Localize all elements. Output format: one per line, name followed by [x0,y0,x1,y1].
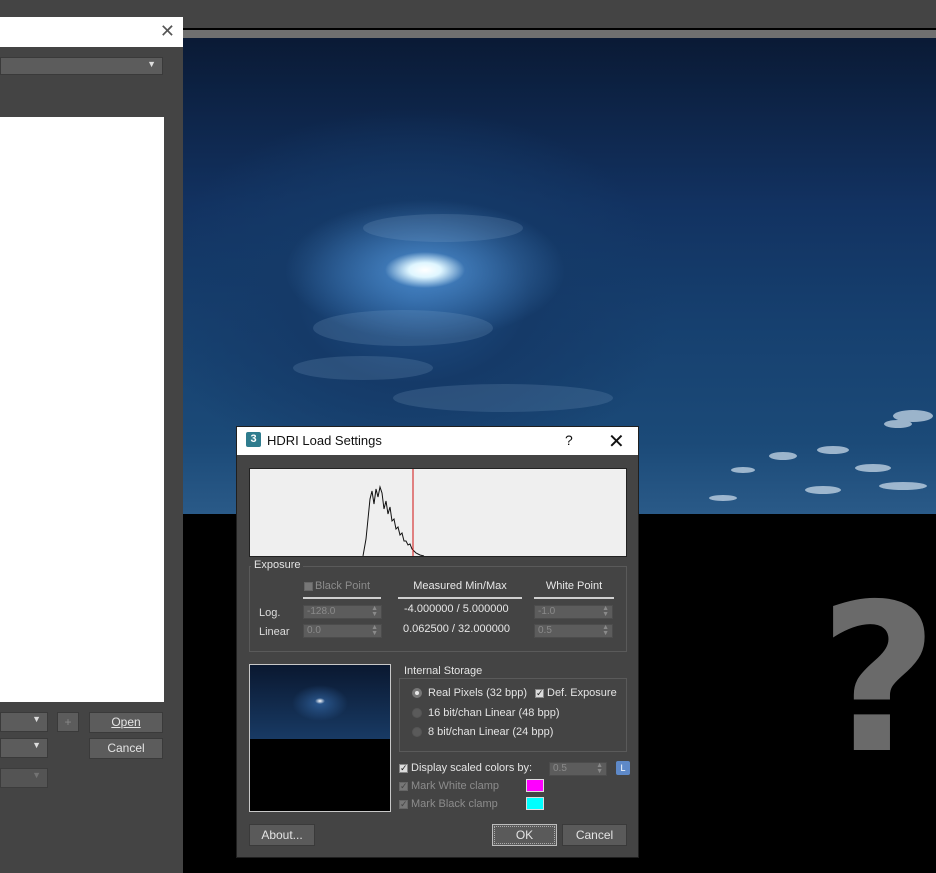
linear-row-label: Linear [259,626,290,638]
thumbnail-sky [250,665,390,739]
look-in-dropdown[interactable]: ▼ [0,57,163,75]
mark-white-clamp-label: Mark White clamp [411,780,500,792]
mark-black-clamp-checkbox: ✓ [399,799,408,809]
chevron-down-icon: ▼ [147,59,156,69]
white-point-linear-spinner: 0.5 ▲ ▼ [534,624,613,638]
close-icon[interactable]: ✕ [160,21,175,41]
white-point-log-spinner: -1.0 ▲ ▼ [534,605,613,619]
ok-button[interactable]: OK [492,824,557,846]
chevron-down-icon: ▼ [32,740,41,750]
black-point-log-value: -128.0 [307,606,336,617]
lock-button[interactable]: L [616,761,630,775]
display-scaled-checkbox[interactable]: ✓ [399,764,408,773]
cancel-button[interactable]: Cancel [562,824,627,846]
close-icon[interactable]: ✕ [608,429,625,454]
open-button[interactable]: Open [89,712,163,733]
spinner-arrows-icon: ▲ ▼ [602,605,609,618]
real-pixels-radio[interactable] [412,688,422,698]
16bit-linear-radio[interactable] [412,708,422,718]
spinner-arrows-icon: ▲ ▼ [602,624,609,637]
exposure-label: Exposure [251,559,304,571]
measured-log-value: -4.000000 / 5.000000 [404,603,509,615]
display-scale-spinner[interactable]: 0.5 ▲ ▼ [549,762,607,776]
dialog-title: HDRI Load Settings [267,433,382,448]
black-clamp-color-swatch[interactable] [526,797,544,810]
white-clamp-color-swatch[interactable] [526,779,544,792]
measured-linear-value: 0.062500 / 32.000000 [403,623,511,635]
disabled-dropdown: ▼ [0,768,48,788]
viewport-strip [183,30,936,38]
internal-storage-label: Internal Storage [401,665,486,677]
black-point-checkbox [304,582,313,591]
file-name-dropdown[interactable]: ▼ [0,712,48,732]
white-point-log-value: -1.0 [538,606,556,617]
display-scaled-label: Display scaled colors by: [411,762,533,774]
file-type-dropdown[interactable]: ▼ [0,738,48,758]
black-point-linear-spinner: 0.0 ▲ ▼ [303,624,382,638]
about-button[interactable]: About... [249,824,315,846]
8bit-linear-label: 8 bit/chan Linear (24 bpp) [428,726,554,738]
real-pixels-label: Real Pixels (32 bpp) [428,687,528,699]
def-exposure-checkbox[interactable]: ✓ [535,689,544,698]
file-dialog-titlebar: ✕ [0,17,183,47]
dialog-titlebar[interactable]: 3 HDRI Load Settings ? ✕ [237,427,638,455]
add-icon[interactable]: + [57,712,79,732]
chevron-down-icon: ▼ [32,714,41,724]
white-point-linear-value: 0.5 [538,625,552,636]
display-scale-value: 0.5 [553,763,567,774]
divider [303,597,381,599]
divider [534,597,614,599]
divider [398,597,522,599]
8bit-linear-radio[interactable] [412,727,422,737]
chevron-down-icon: ▼ [32,770,41,780]
help-icon[interactable]: ? [565,432,573,448]
hdri-load-settings-dialog: 3 HDRI Load Settings ? ✕ Exposure Black … [236,426,639,858]
black-point-log-spinner: -128.0 ▲ ▼ [303,605,382,619]
black-point-linear-value: 0.0 [307,625,321,636]
spinner-arrows-icon: ▲ ▼ [371,605,378,618]
preview-thumbnail [249,664,391,812]
histogram [249,468,627,557]
histogram-curve [362,485,425,556]
spinner-arrows-icon: ▲ ▼ [371,624,378,637]
cancel-button[interactable]: Cancel [89,738,163,759]
histogram-plot [362,469,425,556]
mark-black-clamp-label: Mark Black clamp [411,798,498,810]
app-icon: 3 [246,432,261,447]
mark-white-clamp-checkbox: ✓ [399,781,408,791]
log-row-label: Log. [259,607,281,619]
question-mark-overlay: ? [819,561,936,799]
spinner-arrows-icon: ▲ ▼ [596,762,603,775]
black-point-label: Black Point [315,580,371,592]
file-list[interactable] [0,117,164,702]
measured-min-max-label: Measured Min/Max [413,580,507,592]
def-exposure-label: Def. Exposure [547,687,617,699]
white-point-label: White Point [545,580,603,592]
16bit-linear-label: 16 bit/chan Linear (48 bpp) [428,707,560,719]
file-dialog: ✕ ▼ ▼ + Open ▼ Cancel ▼ [0,17,183,873]
